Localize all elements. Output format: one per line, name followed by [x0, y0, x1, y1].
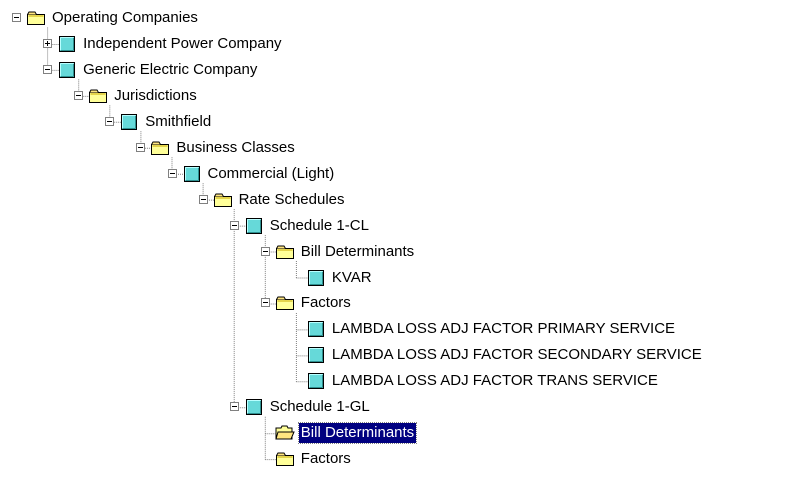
folder-icon	[88, 87, 108, 105]
entity-icon	[182, 165, 202, 183]
folder-icon	[275, 450, 295, 468]
entity-icon	[306, 320, 326, 338]
open-folder-icon	[275, 424, 295, 442]
tree-node-label[interactable]: Operating Companies	[50, 8, 200, 28]
tree-node-fac2[interactable]: Factors	[0, 448, 791, 470]
folder-icon	[275, 294, 295, 312]
tree-node-label[interactable]: Schedule 1-CL	[268, 216, 371, 236]
tree-node-label[interactable]: Factors	[299, 293, 353, 313]
entity-icon	[244, 398, 264, 416]
tree-node-gec[interactable]: Generic Electric Company	[0, 59, 791, 81]
tree-node-jur[interactable]: Jurisdictions	[0, 85, 791, 107]
tree-view[interactable]: Operating Companies Independent Power Co…	[0, 0, 791, 481]
entity-icon	[306, 269, 326, 287]
tree-node-bd1[interactable]: Bill Determinants	[0, 241, 791, 263]
collapse-toggle[interactable]	[105, 116, 115, 126]
collapse-toggle[interactable]	[229, 402, 239, 412]
expand-toggle[interactable]	[43, 38, 53, 48]
folder-icon	[150, 139, 170, 157]
collapse-toggle[interactable]	[136, 142, 146, 152]
tree-node-root[interactable]: Operating Companies	[0, 7, 791, 29]
tree-node-s1gl[interactable]: Schedule 1-GL	[0, 396, 791, 418]
tree-node-rs[interactable]: Rate Schedules	[0, 189, 791, 211]
tree-node-label[interactable]: Generic Electric Company	[81, 60, 259, 80]
tree-node-label[interactable]: LAMBDA LOSS ADJ FACTOR SECONDARY SERVICE	[330, 345, 704, 365]
tree-node-label[interactable]: Rate Schedules	[237, 190, 347, 210]
entity-icon	[306, 346, 326, 364]
collapse-toggle[interactable]	[12, 13, 21, 22]
tree-node-fac1[interactable]: Factors	[0, 292, 791, 314]
tree-node-smith[interactable]: Smithfield	[0, 111, 791, 133]
entity-icon	[57, 61, 77, 79]
collapse-toggle[interactable]	[74, 90, 84, 100]
entity-icon	[57, 35, 77, 53]
tree-node-lp[interactable]: LAMBDA LOSS ADJ FACTOR PRIMARY SERVICE	[0, 318, 791, 340]
tree-node-ipc[interactable]: Independent Power Company	[0, 33, 791, 55]
collapse-toggle[interactable]	[260, 246, 270, 256]
entity-icon	[119, 113, 139, 131]
tree-node-label[interactable]: KVAR	[330, 268, 374, 288]
tree-node-label[interactable]: LAMBDA LOSS ADJ FACTOR TRANS SERVICE	[330, 371, 660, 391]
tree-node-comm[interactable]: Commercial (Light)	[0, 163, 791, 185]
tree-node-label[interactable]: Smithfield	[143, 112, 213, 132]
entity-icon	[244, 217, 264, 235]
tree-node-label[interactable]: Jurisdictions	[112, 86, 199, 106]
tree-node-label[interactable]: Factors	[299, 449, 353, 469]
collapse-toggle[interactable]	[229, 220, 239, 230]
tree-node-kvar[interactable]: KVAR	[0, 267, 791, 289]
tree-node-lt[interactable]: LAMBDA LOSS ADJ FACTOR TRANS SERVICE	[0, 370, 791, 392]
tree-node-bc[interactable]: Business Classes	[0, 137, 791, 159]
folder-icon	[275, 243, 295, 261]
tree-node-label[interactable]: Schedule 1-GL	[268, 397, 372, 417]
tree-node-bd2[interactable]: Bill Determinants	[0, 422, 791, 445]
folder-icon	[26, 9, 46, 27]
tree-node-label[interactable]: Business Classes	[174, 138, 296, 158]
tree-node-label[interactable]: Bill Determinants	[297, 422, 418, 445]
folder-icon	[213, 191, 233, 209]
entity-icon	[306, 372, 326, 390]
tree-node-label[interactable]: LAMBDA LOSS ADJ FACTOR PRIMARY SERVICE	[330, 319, 677, 339]
tree-node-label[interactable]: Independent Power Company	[81, 34, 283, 54]
collapse-toggle[interactable]	[198, 194, 208, 204]
tree-node-ls[interactable]: LAMBDA LOSS ADJ FACTOR SECONDARY SERVICE	[0, 344, 791, 366]
collapse-toggle[interactable]	[167, 168, 177, 178]
tree-node-label[interactable]: Bill Determinants	[299, 242, 416, 262]
collapse-toggle[interactable]	[260, 298, 270, 308]
tree-node-s1cl[interactable]: Schedule 1-CL	[0, 215, 791, 237]
tree-node-label[interactable]: Commercial (Light)	[206, 164, 337, 184]
collapse-toggle[interactable]	[43, 64, 53, 74]
